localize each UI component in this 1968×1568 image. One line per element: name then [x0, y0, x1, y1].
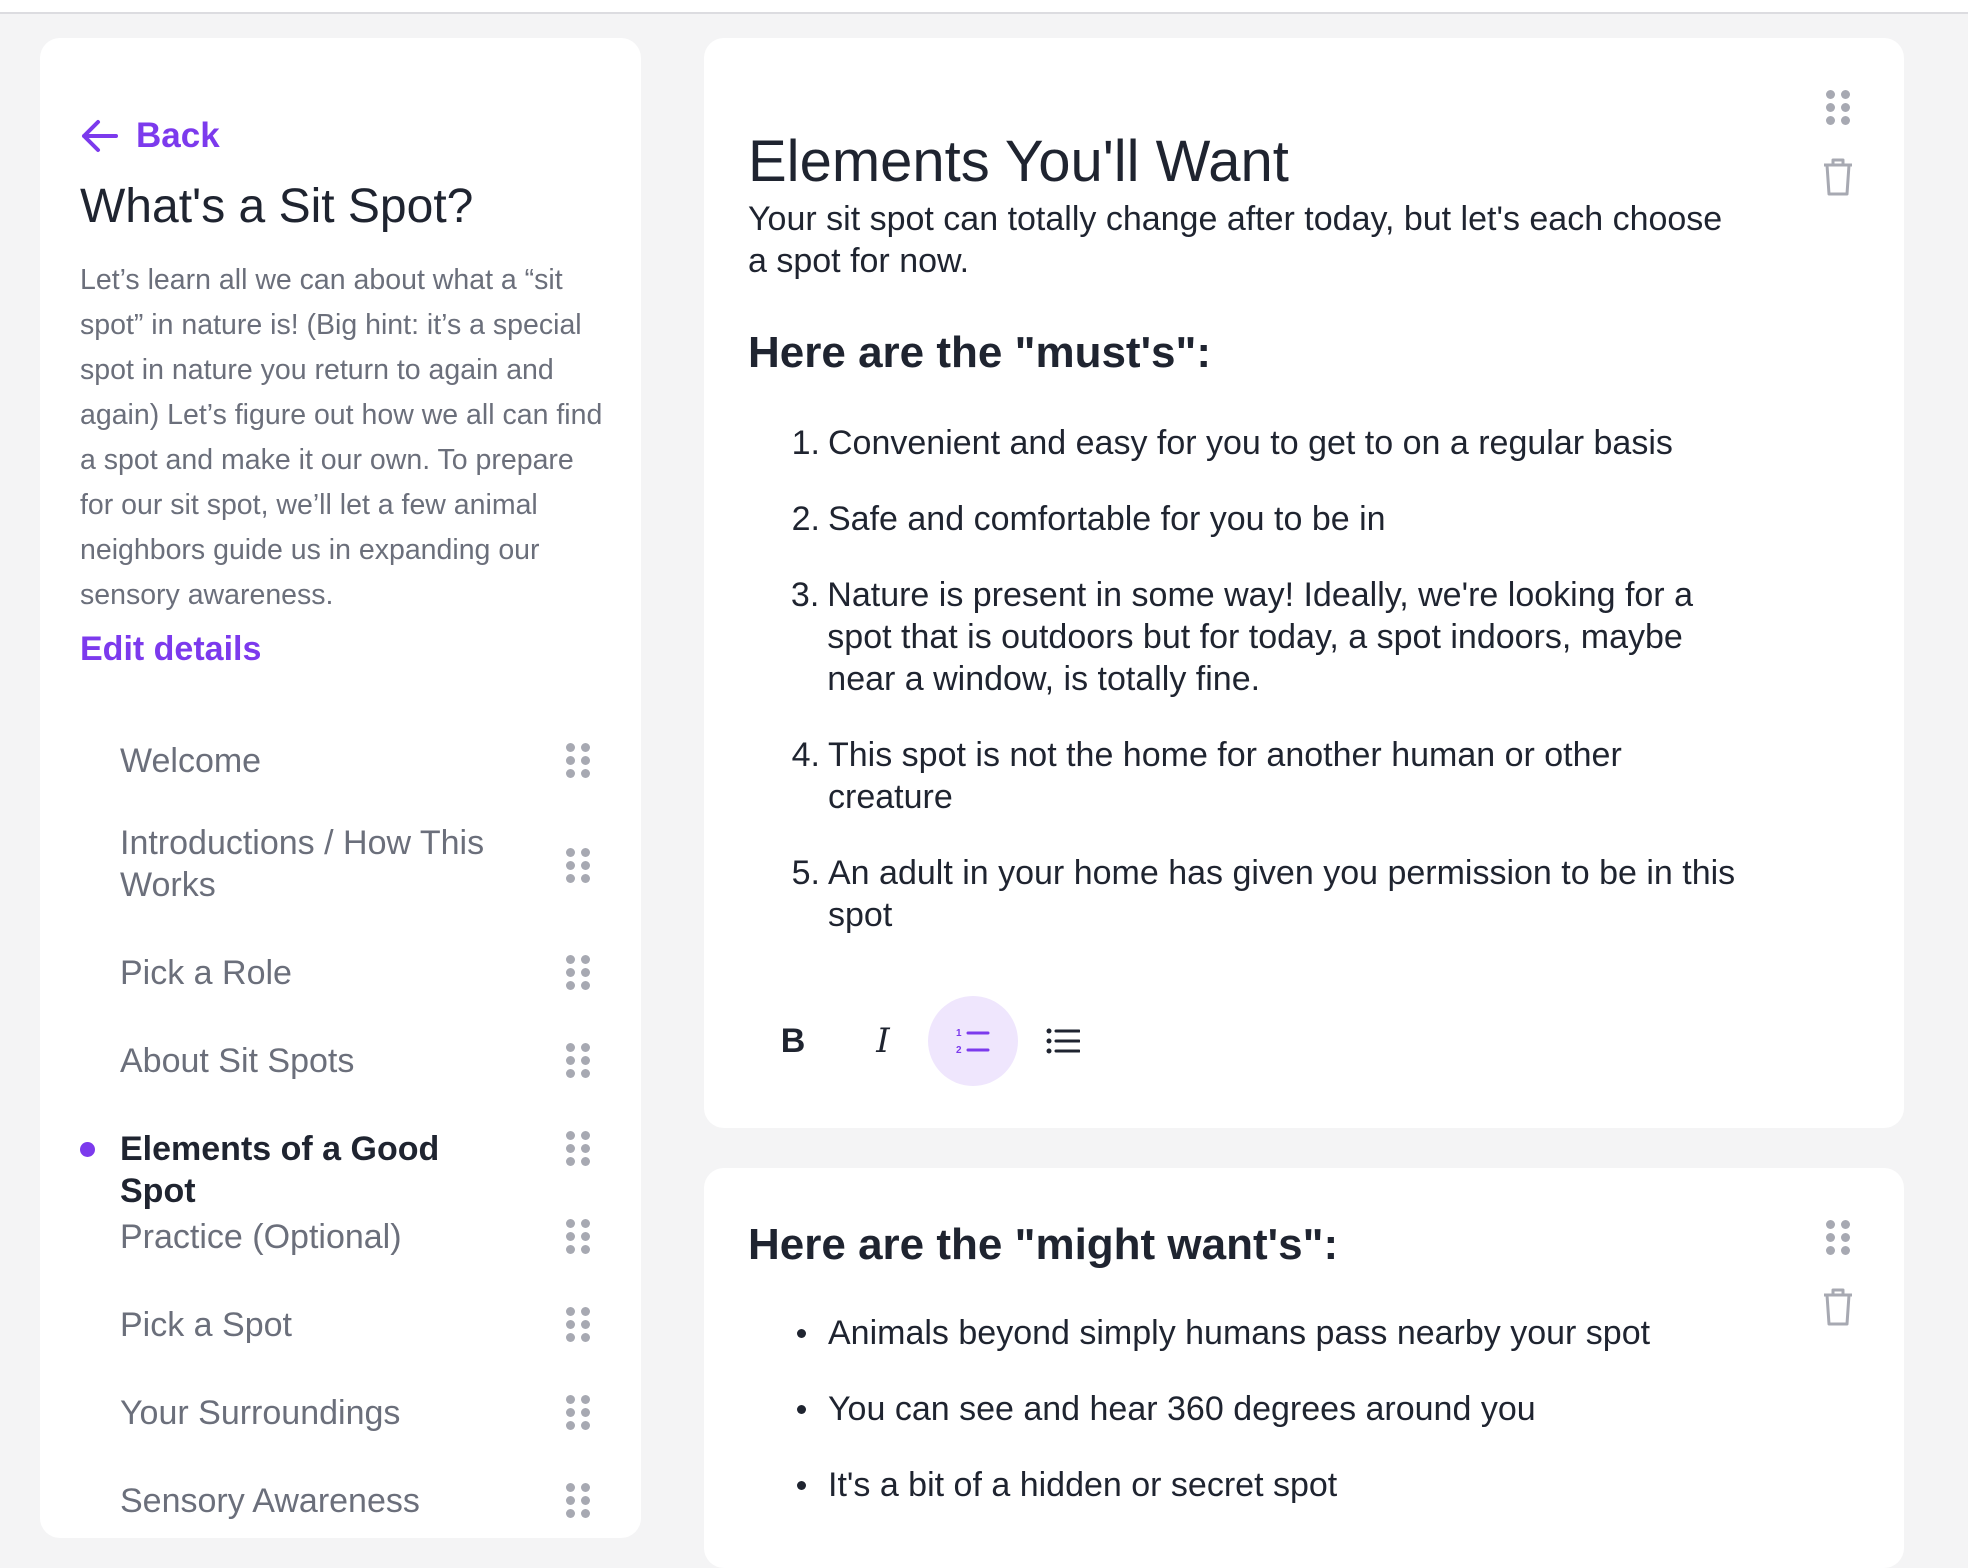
sidebar-item-label: Welcome	[120, 742, 262, 780]
list-item[interactable]: 1. Convenient and easy for you to get to…	[748, 422, 1748, 464]
drag-handle-icon[interactable]	[566, 1043, 590, 1079]
sidebar-item-about-sit-spots[interactable]: About Sit Spots	[40, 1034, 641, 1088]
content-block-elements[interactable]: Elements You'll Want Your sit spot can t…	[704, 38, 1904, 1128]
list-item-number: 4.	[791, 736, 820, 774]
bullet-dot	[748, 1464, 828, 1506]
list-item-text[interactable]: It's a bit of a hidden or secret spot	[828, 1464, 1748, 1506]
list-item[interactable]: 5. An adult in your home has given you p…	[748, 852, 1748, 936]
drag-handle-icon[interactable]	[566, 1483, 590, 1519]
numbered-list-button[interactable]: 1 2	[928, 996, 1018, 1086]
text-format-toolbar: B I 1 2	[748, 996, 1108, 1086]
back-label: Back	[136, 116, 220, 155]
sidebar-item-label: Practice (Optional)	[120, 1218, 402, 1256]
back-link[interactable]: Back	[80, 116, 220, 156]
sidebar-item-pick-a-spot[interactable]: Pick a Spot	[40, 1298, 641, 1352]
sidebar-item-label: Your Surroundings	[120, 1394, 401, 1432]
sidebar-item-pick-a-role[interactable]: Pick a Role	[40, 946, 641, 1000]
list-item-number: 3.	[790, 576, 820, 614]
list-item-number: 1.	[791, 424, 820, 462]
bold-button[interactable]: B	[748, 996, 838, 1086]
drag-handle-icon[interactable]	[566, 1131, 590, 1167]
sidebar-item-label: About Sit Spots	[120, 1042, 355, 1080]
drag-handle-icon[interactable]	[566, 955, 590, 991]
list-item-text[interactable]: This spot is not the home for another hu…	[828, 734, 1718, 818]
sidebar-item-your-surroundings[interactable]: Your Surroundings	[40, 1386, 641, 1440]
drag-handle-icon[interactable]	[566, 848, 590, 884]
list-item-text[interactable]: Nature is present in some way! Ideally, …	[827, 574, 1748, 700]
musts-heading[interactable]: Here are the "must's":	[748, 328, 1211, 378]
lesson-sidebar: Back What's a Sit Spot? Let’s learn all …	[40, 38, 641, 1538]
drag-handle-icon[interactable]	[566, 1219, 590, 1255]
bulleted-list-icon	[1046, 1028, 1080, 1054]
top-bar	[0, 0, 1968, 14]
block-title[interactable]: Elements You'll Want	[748, 128, 1289, 195]
drag-handle-icon[interactable]	[1826, 90, 1850, 126]
might-wants-heading[interactable]: Here are the "might want's":	[748, 1220, 1338, 1270]
sidebar-item-label: Elements of a Good Spot	[120, 1130, 440, 1210]
sidebar-item-label: Introductions / How This Works	[120, 824, 485, 904]
sidebar-item-sensory-awareness[interactable]: Sensory Awareness	[40, 1474, 641, 1528]
sidebar-item-elements-of-a-good-spot[interactable]: Elements of a Good Spot	[40, 1122, 641, 1210]
list-item-number: 2.	[791, 500, 820, 538]
sidebar-item-welcome[interactable]: Welcome	[40, 734, 641, 788]
sidebar-item-label: Pick a Spot	[120, 1306, 292, 1344]
italic-button[interactable]: I	[838, 996, 928, 1086]
trash-icon[interactable]	[1820, 1286, 1856, 1328]
svg-text:2: 2	[956, 1045, 962, 1056]
sidebar-item-introductions[interactable]: Introductions / How This Works	[40, 818, 641, 908]
list-item[interactable]: 3. Nature is present in some way! Ideall…	[748, 574, 1748, 700]
list-item[interactable]: Animals beyond simply humans pass nearby…	[748, 1312, 1748, 1354]
drag-handle-icon[interactable]	[566, 1395, 590, 1431]
drag-handle-icon[interactable]	[566, 743, 590, 779]
edit-details-link[interactable]: Edit details	[80, 630, 261, 669]
drag-handle-icon[interactable]	[1826, 1220, 1850, 1256]
sidebar-item-label: Pick a Role	[120, 954, 292, 992]
bulleted-list-button[interactable]	[1018, 996, 1108, 1086]
numbered-list-icon: 1 2	[956, 1028, 990, 1056]
list-item[interactable]: It's a bit of a hidden or secret spot	[748, 1464, 1748, 1506]
content-block-might-wants[interactable]: Here are the "might want's": Animals bey…	[704, 1168, 1904, 1568]
list-item-text[interactable]: You can see and hear 360 degrees around …	[828, 1388, 1748, 1430]
sidebar-item-label: Sensory Awareness	[120, 1482, 420, 1520]
list-item-text[interactable]: Animals beyond simply humans pass nearby…	[828, 1312, 1748, 1354]
bullet-dot	[748, 1388, 828, 1430]
svg-text:1: 1	[956, 1028, 962, 1039]
lesson-title: What's a Sit Spot?	[80, 180, 474, 233]
arrow-left-icon	[82, 120, 118, 152]
list-item-text[interactable]: An adult in your home has given you perm…	[828, 852, 1748, 936]
list-item-text[interactable]: Convenient and easy for you to get to on…	[828, 422, 1748, 464]
active-indicator-dot	[80, 1142, 95, 1157]
sidebar-item-practice[interactable]: Practice (Optional)	[40, 1210, 641, 1264]
drag-handle-icon[interactable]	[566, 1307, 590, 1343]
list-item[interactable]: 4. This spot is not the home for another…	[748, 734, 1748, 818]
list-item-number: 5.	[791, 854, 820, 892]
list-item-text[interactable]: Safe and comfortable for you to be in	[828, 498, 1748, 540]
list-item[interactable]: 2. Safe and comfortable for you to be in	[748, 498, 1748, 540]
lesson-description: Let’s learn all we can about what a “sit…	[80, 264, 603, 611]
bullet-dot	[748, 1312, 828, 1354]
trash-icon[interactable]	[1820, 156, 1856, 198]
list-item[interactable]: You can see and hear 360 degrees around …	[748, 1388, 1748, 1430]
block-intro-text[interactable]: Your sit spot can totally change after t…	[748, 198, 1748, 282]
